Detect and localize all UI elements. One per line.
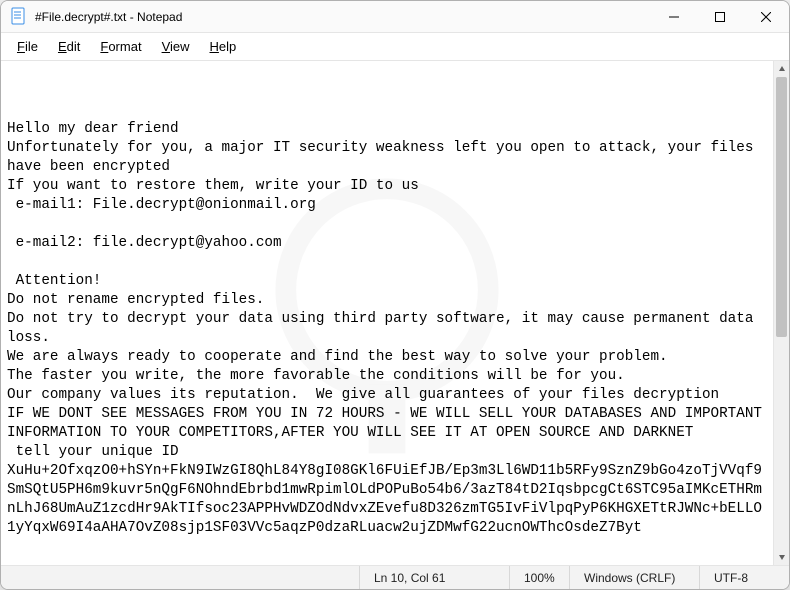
scroll-thumb[interactable]: [776, 77, 787, 337]
menu-edit[interactable]: Edit: [48, 35, 90, 58]
menu-view[interactable]: View: [152, 35, 200, 58]
close-icon: [761, 12, 771, 22]
editor-content: Hello my dear friend Unfortunately for y…: [7, 120, 767, 538]
editor-area: Hello my dear friend Unfortunately for y…: [1, 61, 789, 565]
menu-help[interactable]: Help: [200, 35, 247, 58]
maximize-button[interactable]: [697, 1, 743, 33]
status-encoding: UTF-8: [699, 566, 789, 589]
menu-file[interactable]: File: [7, 35, 48, 58]
title-bar[interactable]: #File.decrypt#.txt - Notepad: [1, 1, 789, 33]
text-editor[interactable]: Hello my dear friend Unfortunately for y…: [1, 61, 773, 565]
scroll-up-arrow[interactable]: [774, 61, 789, 77]
vertical-scrollbar[interactable]: [773, 61, 789, 565]
menu-bar: File Edit Format View Help: [1, 33, 789, 61]
minimize-icon: [669, 12, 679, 22]
status-zoom: 100%: [509, 566, 569, 589]
maximize-icon: [715, 12, 725, 22]
status-eol: Windows (CRLF): [569, 566, 699, 589]
status-position: Ln 10, Col 61: [359, 566, 509, 589]
notepad-icon: [11, 7, 27, 27]
status-bar: Ln 10, Col 61 100% Windows (CRLF) UTF-8: [1, 565, 789, 589]
close-button[interactable]: [743, 1, 789, 33]
minimize-button[interactable]: [651, 1, 697, 33]
status-blank: [1, 566, 359, 589]
notepad-window: #File.decrypt#.txt - Notepad File Edit F…: [0, 0, 790, 590]
window-title: #File.decrypt#.txt - Notepad: [35, 10, 651, 24]
menu-format[interactable]: Format: [90, 35, 151, 58]
scroll-down-arrow[interactable]: [774, 549, 789, 565]
